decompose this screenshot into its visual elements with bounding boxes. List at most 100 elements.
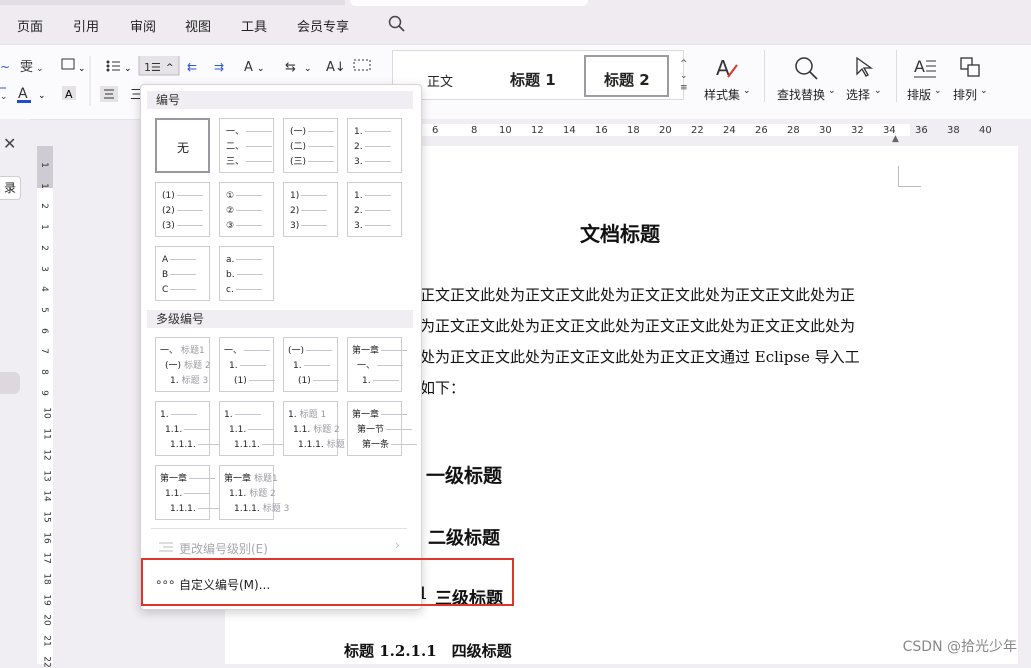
- menu-reference[interactable]: 引用: [73, 16, 99, 35]
- number-label: (1): [234, 376, 247, 386]
- search-icon[interactable]: [388, 15, 406, 33]
- numbering-option[interactable]: (一) (二) (三): [283, 118, 338, 173]
- option-line: 1.1.1.: [170, 504, 224, 514]
- sort-button[interactable]: 排列: [953, 86, 977, 103]
- numbering-option[interactable]: ① ② ③: [219, 182, 274, 237]
- numbering-option[interactable]: 1) 2) 3): [283, 182, 338, 237]
- option-line: (三): [290, 157, 335, 167]
- placeholder-rule: [176, 210, 203, 211]
- number-label: ③: [226, 221, 235, 231]
- placeholder-rule: [176, 195, 203, 196]
- multilevel-numbering-option[interactable]: 一、 标题1 (一) 标题 2 1. 标题 3: [155, 337, 211, 392]
- ruler-tick-label: 40: [979, 125, 992, 136]
- style-gallery-scroll[interactable]: ^ ⌄ ≡: [680, 58, 688, 94]
- number-label: 第一章: [160, 474, 188, 484]
- numbering-none-option[interactable]: 无: [155, 118, 210, 173]
- placeholder-rule: [234, 414, 261, 415]
- multilevel-numbering-option[interactable]: 1. 标题 1 1.1. 标题 2 1.1.1. 标题 3: [283, 401, 353, 456]
- option-line: a.: [226, 255, 263, 265]
- chevron-down-icon: ⌄: [934, 86, 942, 96]
- watermark: CSDN @拾光少年: [902, 639, 1017, 655]
- menu-member[interactable]: 会员专享: [297, 16, 349, 35]
- indent-marker-icon[interactable]: ▲: [892, 134, 899, 144]
- option-line: (一): [290, 127, 335, 137]
- arrange-button[interactable]: 排版: [907, 86, 931, 103]
- left-pane-handle[interactable]: [0, 372, 20, 394]
- vertical-ruler-tick: 2: [38, 244, 49, 251]
- option-line: b.: [226, 270, 263, 280]
- multilevel-numbering-option[interactable]: 第一章 一、 1.: [347, 337, 408, 392]
- svg-text:⌄: ⌄: [0, 92, 8, 102]
- margin-corner-mark: [898, 166, 921, 187]
- sort-icon: [960, 57, 980, 77]
- multilevel-numbering-option[interactable]: 1. 1.1. 1.1.1.: [155, 401, 224, 456]
- multilevel-numbering-option[interactable]: (一) 1. (1): [283, 337, 339, 392]
- option-line: 2.: [354, 142, 391, 152]
- placeholder-rule: [170, 274, 197, 275]
- number-label: 一、: [357, 361, 376, 371]
- close-icon[interactable]: ✕: [3, 134, 16, 153]
- menu-tools[interactable]: 工具: [241, 16, 267, 35]
- svg-text:⇉: ⇉: [214, 60, 224, 74]
- numbering-option[interactable]: 1. 2. 3.: [347, 182, 402, 237]
- menu-divider: [151, 528, 407, 529]
- option-line: 第一章: [160, 474, 216, 484]
- numbering-option[interactable]: (1) (2) (3): [155, 182, 210, 237]
- select-button[interactable]: 选择: [846, 86, 870, 103]
- number-label: 3.: [354, 157, 363, 167]
- placeholder-rule: [381, 350, 408, 351]
- option-line: 二、: [226, 142, 273, 152]
- number-label: 1.: [224, 410, 233, 420]
- placeholder-rule: [364, 161, 391, 162]
- change-level-menu-item[interactable]: 更改编号级别(E): [179, 540, 268, 557]
- menu-page[interactable]: 页面: [17, 16, 43, 35]
- doc-paragraph: 正文正文此处为正文正文此处为正文正文此处为正文正文此处为正 为正文正文此处为正文…: [420, 280, 910, 404]
- number-label: b.: [226, 270, 235, 280]
- numbering-option[interactable]: 1. 2. 3.: [347, 118, 402, 173]
- placeholder-rule: [364, 225, 391, 226]
- vertical-ruler-tick: 12: [41, 449, 52, 461]
- number-label: (3): [162, 221, 175, 231]
- option-line: 三、: [226, 157, 273, 167]
- number-label: (1): [298, 376, 311, 386]
- number-label: 2.: [354, 142, 363, 152]
- placeholder-rule: [170, 259, 197, 260]
- left-pane-tab[interactable]: 录: [0, 176, 21, 200]
- option-line: (一): [288, 346, 333, 356]
- ruler-tick-label: 16: [595, 125, 608, 136]
- vertical-ruler-tick: 7: [38, 348, 49, 355]
- numbering-option[interactable]: 一、 二、 三、: [219, 118, 274, 173]
- option-line: C: [162, 285, 197, 295]
- multilevel-numbering-option[interactable]: 一、 1. (1): [219, 337, 275, 392]
- number-label: 1.1.: [165, 489, 183, 499]
- svg-text:⌄: ⌄: [78, 64, 86, 74]
- numbering-option[interactable]: ABC: [155, 246, 210, 301]
- find-replace-button[interactable]: 查找替换: [777, 86, 825, 103]
- option-line: 2.: [354, 206, 391, 216]
- level-label: 标题 3: [262, 504, 290, 514]
- option-line: 1.: [293, 361, 330, 371]
- svg-text:A: A: [18, 86, 28, 102]
- ruler-tick-label: 24: [723, 125, 736, 136]
- number-label: 一、: [160, 346, 179, 356]
- svg-text:A: A: [914, 57, 925, 76]
- multilevel-numbering-option[interactable]: 1. 1.1. 1.1.1.: [219, 401, 288, 456]
- number-label: 1.1.1.: [170, 504, 196, 514]
- style-heading-1[interactable]: 标题 1: [510, 69, 556, 90]
- placeholder-rule: [377, 365, 404, 366]
- multilevel-numbering-option[interactable]: 第一章 1.1. 1.1.1.: [155, 465, 224, 520]
- style-normal[interactable]: 正文: [427, 71, 453, 90]
- number-label: (一): [165, 361, 182, 371]
- numbering-option[interactable]: a. b. c.: [219, 246, 274, 301]
- multilevel-numbering-option[interactable]: 第一章 第一节 第一条: [347, 401, 418, 456]
- svg-text:⌄: ⌄: [38, 91, 46, 101]
- style-set-button[interactable]: 样式集: [704, 86, 740, 103]
- number-label: 1.1.1.: [298, 440, 324, 450]
- ruler-tick-label: 18: [627, 125, 640, 136]
- find-icon: [795, 57, 818, 80]
- ruler-tick-label: 32: [851, 125, 864, 136]
- menu-review[interactable]: 审阅: [130, 16, 156, 35]
- vertical-ruler-tick: 17: [41, 552, 52, 565]
- menu-view[interactable]: 视图: [185, 16, 211, 35]
- multilevel-numbering-option[interactable]: 第一章 标题1 1.1. 标题 2 1.1.1. 标题 3: [219, 465, 289, 520]
